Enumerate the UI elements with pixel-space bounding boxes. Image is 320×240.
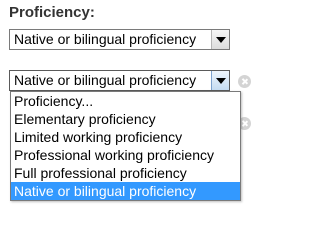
dropdown-option[interactable]: Full professional proficiency	[11, 164, 240, 182]
chevron-down-icon	[216, 78, 226, 84]
dropdown-arrow-button[interactable]	[211, 30, 229, 49]
dropdown-option[interactable]: Proficiency...	[11, 92, 240, 110]
dropdown-option[interactable]: Professional working proficiency	[11, 146, 240, 164]
language-proficiency-select-1[interactable]: Native or bilingual proficiency	[9, 29, 230, 50]
remove-circle-icon[interactable]	[238, 75, 251, 88]
select-value: Native or bilingual proficiency	[14, 72, 197, 88]
dropdown-option[interactable]: Elementary proficiency	[11, 110, 240, 128]
language-proficiency-select-2[interactable]: Native or bilingual proficiency	[9, 70, 230, 91]
dropdown-option[interactable]: Limited working proficiency	[11, 128, 240, 146]
dropdown-arrow-button[interactable]	[211, 71, 229, 90]
dropdown-option[interactable]: Native or bilingual proficiency	[11, 182, 240, 200]
field-label: Proficiency:	[9, 4, 95, 21]
proficiency-dropdown-list: Proficiency... Elementary proficiency Li…	[10, 91, 241, 201]
chevron-down-icon	[216, 37, 226, 43]
select-value: Native or bilingual proficiency	[14, 31, 197, 47]
